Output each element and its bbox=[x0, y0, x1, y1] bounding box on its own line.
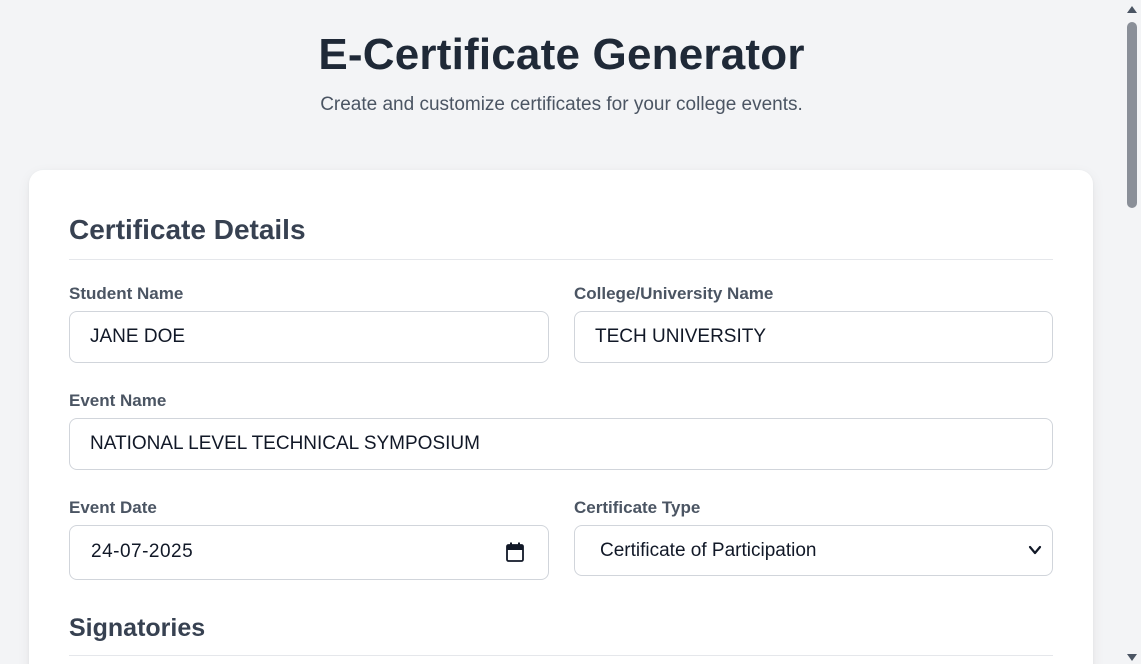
event-name-label: Event Name bbox=[69, 391, 167, 410]
app-title: E-Certificate Generator bbox=[318, 30, 805, 79]
chevron-down-icon bbox=[1028, 545, 1042, 555]
college-name-label: College/University Name bbox=[574, 284, 774, 303]
event-date-value: 24-07-2025 bbox=[91, 541, 194, 562]
college-name-input[interactable] bbox=[574, 311, 1053, 363]
scroll-down-icon[interactable] bbox=[1127, 654, 1137, 661]
scrollbar-thumb[interactable] bbox=[1127, 22, 1137, 208]
vertical-scrollbar[interactable] bbox=[1123, 0, 1141, 664]
certificate-type-select[interactable]: Certificate of Participation bbox=[574, 525, 1053, 576]
section-divider bbox=[69, 655, 1053, 656]
event-date-label: Event Date bbox=[69, 498, 157, 517]
page: E-Certificate Generator Create and custo… bbox=[0, 0, 1141, 664]
certificate-type-value: Certificate of Participation bbox=[600, 540, 817, 561]
certificate-form-card: Certificate Details Student Name College… bbox=[29, 170, 1093, 664]
calendar-icon[interactable] bbox=[506, 542, 524, 562]
student-name-label: Student Name bbox=[69, 284, 184, 303]
event-date-input[interactable]: 24-07-2025 bbox=[69, 525, 549, 580]
section-title-signatories: Signatories bbox=[69, 614, 206, 642]
certificate-type-label: Certificate Type bbox=[574, 498, 701, 517]
app-subtitle: Create and customize certificates for yo… bbox=[320, 94, 803, 115]
event-name-input[interactable] bbox=[69, 418, 1053, 470]
student-name-input[interactable] bbox=[69, 311, 549, 363]
section-divider bbox=[69, 259, 1053, 260]
scroll-up-icon[interactable] bbox=[1127, 6, 1137, 13]
section-title-certificate-details: Certificate Details bbox=[69, 214, 306, 245]
